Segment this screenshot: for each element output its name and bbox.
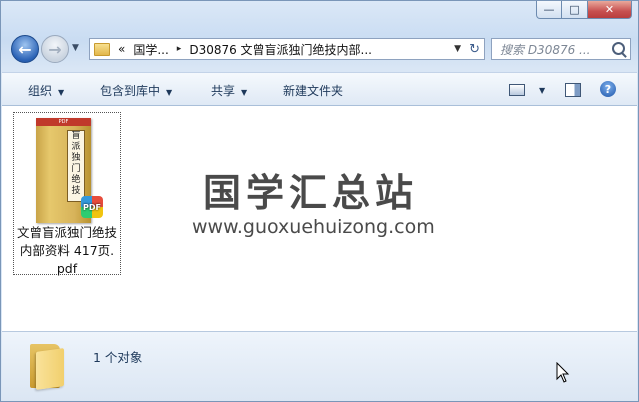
file-name-line: 内部资料 417页.	[19, 243, 115, 258]
thumbnail-header: PDF	[36, 118, 91, 126]
share-label: 共享	[211, 84, 236, 98]
breadcrumb-overflow[interactable]: «	[118, 42, 125, 56]
command-bar: 组织 ▼ 包含到库中 ▼ 共享 ▼ 新建文件夹 ▼ ?	[2, 72, 637, 106]
breadcrumb-item-current[interactable]: D30876 文曾盲派独门绝技内部...	[189, 41, 372, 58]
new-folder-button[interactable]: 新建文件夹	[283, 82, 343, 99]
file-name-line: 文曾盲派独门绝技	[16, 225, 117, 240]
watermark-title: 国学汇总站	[203, 171, 419, 215]
maximize-button[interactable]: □	[562, 1, 588, 19]
file-list[interactable]: PDF 盲派独门绝技 PDF 文曾盲派独门绝技 内部资料 417页. pdf 国…	[2, 106, 637, 331]
breadcrumb-item-guoxue[interactable]: 国学...	[133, 41, 168, 58]
pdf-icon: PDF	[81, 196, 103, 218]
file-item[interactable]: PDF 盲派独门绝技 PDF 文曾盲派独门绝技 内部资料 417页. pdf	[13, 112, 121, 278]
breadcrumb-separator-icon[interactable]: ▸	[177, 44, 182, 54]
preview-pane-icon[interactable]	[565, 83, 581, 97]
mouse-cursor-icon	[556, 362, 570, 383]
address-bar[interactable]: « 国学... ▸ D30876 文曾盲派独门绝技内部... ▼ ↻	[89, 38, 485, 60]
search-icon[interactable]	[612, 42, 625, 55]
view-icon[interactable]	[509, 84, 525, 96]
item-count: 1 个对象	[93, 350, 143, 365]
details-pane: 1 个对象	[2, 331, 637, 401]
share-button[interactable]: 共享 ▼	[211, 82, 247, 99]
navigation-bar: ← → ▼ « 国学... ▸ D30876 文曾盲派独门绝技内部... ▼ ↻…	[11, 35, 631, 65]
chevron-down-icon: ▼	[166, 88, 173, 97]
refresh-icon[interactable]: ↻	[469, 42, 480, 57]
explorer-window: — □ ✕ ← → ▼ « 国学... ▸ D30876 文曾盲派独门绝技内部.…	[0, 0, 639, 402]
caption-buttons: — □ ✕	[536, 1, 632, 21]
forward-button[interactable]: →	[41, 35, 69, 63]
search-box[interactable]: 搜索 D30876 ...	[491, 38, 631, 60]
help-icon[interactable]: ?	[600, 81, 616, 97]
minimize-button[interactable]: —	[536, 1, 562, 19]
file-name-line: pdf	[56, 261, 78, 276]
address-dropdown-icon[interactable]: ▼	[454, 44, 461, 54]
file-name[interactable]: 文曾盲派独门绝技 内部资料 417页. pdf	[14, 224, 120, 278]
chevron-down-icon: ▼	[241, 88, 248, 97]
search-input[interactable]: 搜索 D30876 ...	[500, 41, 605, 58]
include-in-library-button[interactable]: 包含到库中 ▼	[100, 82, 172, 99]
folder-icon	[94, 42, 110, 56]
new-folder-label: 新建文件夹	[283, 84, 344, 98]
folder-icon	[30, 344, 64, 390]
watermark-url: www.guoxuehuizong.com	[192, 216, 435, 238]
organize-label: 组织	[28, 84, 53, 98]
back-button[interactable]: ←	[11, 35, 39, 63]
chevron-down-icon: ▼	[539, 86, 546, 95]
close-button[interactable]: ✕	[588, 1, 632, 19]
view-options-dropdown[interactable]: ▼	[533, 82, 545, 96]
recent-pages-dropdown[interactable]: ▼	[72, 43, 79, 53]
organize-button[interactable]: 组织 ▼	[28, 82, 64, 99]
book-title-strip: 盲派独门绝技	[67, 130, 85, 202]
include-in-library-label: 包含到库中	[100, 84, 161, 98]
chevron-down-icon: ▼	[58, 88, 65, 97]
